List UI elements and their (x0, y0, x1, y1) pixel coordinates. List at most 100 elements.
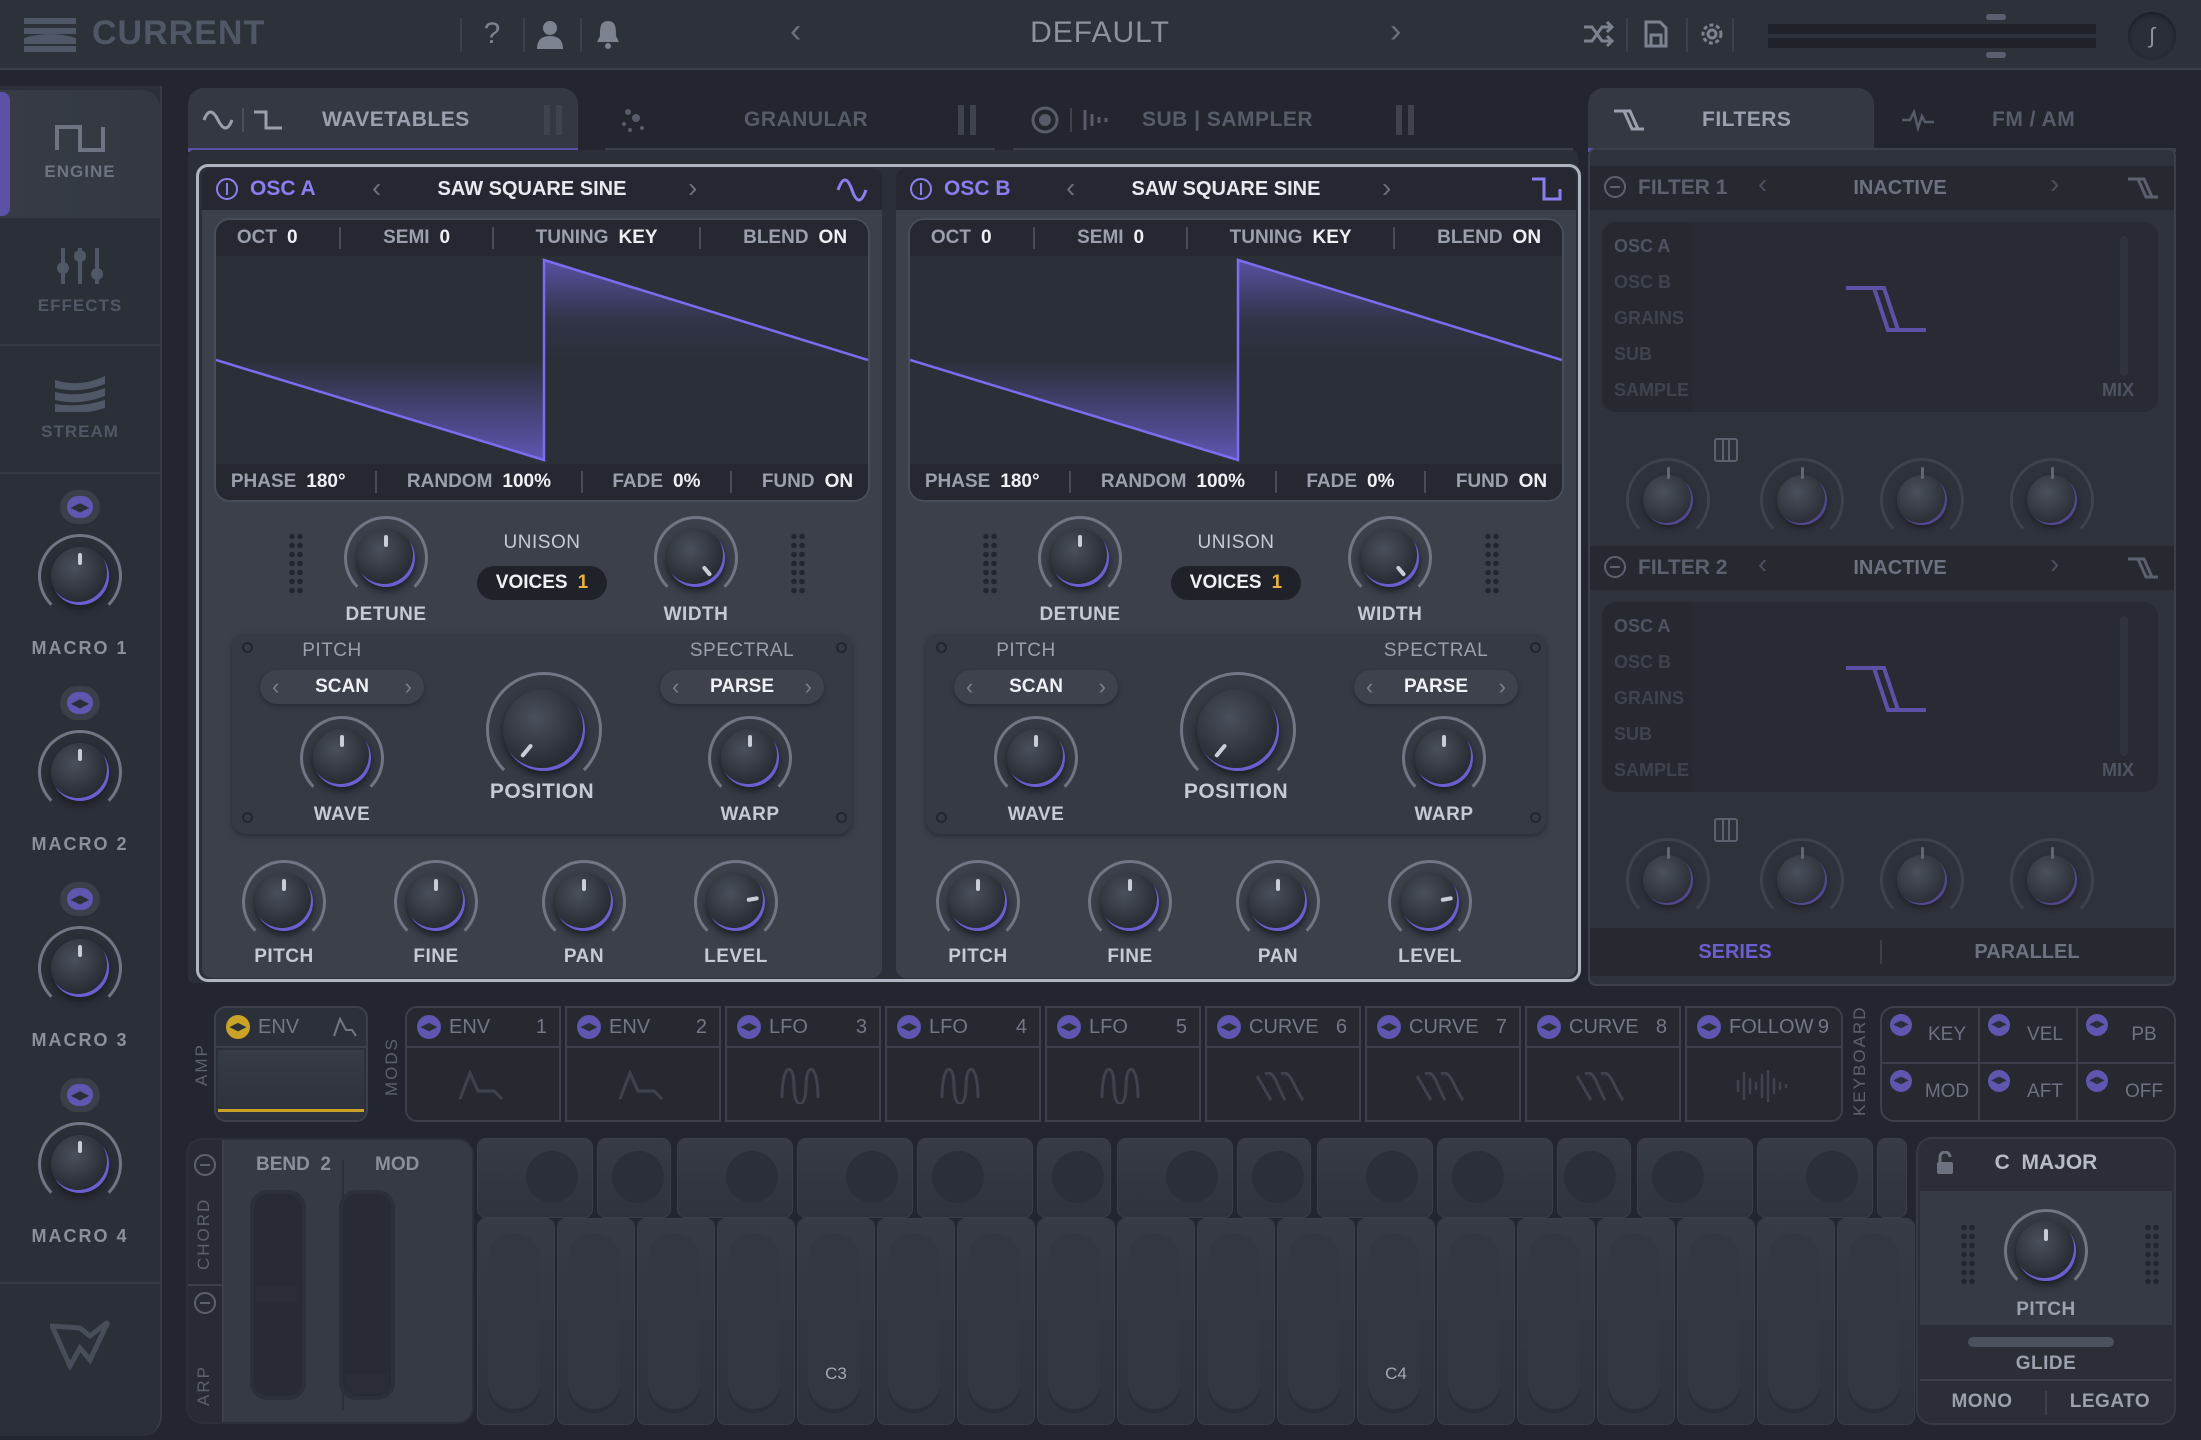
next-filter-button[interactable]: › (2050, 168, 2059, 200)
filter-lowpass-icon[interactable] (2126, 176, 2160, 205)
piano-key-black[interactable] (1038, 1139, 1110, 1217)
amp-envelope[interactable]: ◀▶ ENV (214, 1006, 368, 1122)
mod-source-lfo-4[interactable]: ◀▶ LFO 4 (885, 1006, 1041, 1122)
filter-source-sub[interactable]: SUB (1614, 344, 1652, 365)
piano-key-white[interactable] (1038, 1219, 1114, 1424)
filter-display[interactable]: OSC A OSC B GRAINS SUB SAMPLE MIX (1602, 222, 2158, 412)
tab-sub-sampler[interactable]: SUB | SAMPLER (1010, 88, 1430, 152)
filter-source-sample[interactable]: SAMPLE (1614, 760, 1689, 781)
output-level-handle[interactable] (1986, 52, 2006, 58)
save-icon[interactable] (1636, 14, 1676, 54)
drag-handle-icon[interactable] (2144, 1223, 2160, 1287)
glide-slider[interactable] (1968, 1337, 2114, 1347)
keyboard-mod-key[interactable]: ◀▶ KEY (1882, 1008, 1980, 1064)
piano-key-white[interactable] (958, 1219, 1034, 1424)
prev-filter-button[interactable]: ‹ (1758, 548, 1767, 580)
keyboard-mod-vel[interactable]: ◀▶ VEL (1980, 1008, 2078, 1064)
piano-key-black[interactable] (598, 1139, 670, 1217)
filter-spread-knob[interactable] (1880, 838, 1964, 922)
prev-filter-button[interactable]: ‹ (1758, 168, 1767, 200)
tab-fm-am[interactable]: FM / AM (1890, 88, 2180, 152)
tab-wavetables[interactable]: WAVETABLES (188, 88, 578, 152)
mod-source-curve-7[interactable]: ◀▶ CURVE 7 (1365, 1006, 1521, 1122)
piano-key-white[interactable] (718, 1219, 794, 1424)
glide-pitch-knob[interactable] (2004, 1209, 2088, 1293)
piano-key-white[interactable] (1838, 1219, 1914, 1424)
filter-resonance-knob[interactable] (1760, 458, 1844, 542)
macro-mod-source[interactable]: ◀▶ (60, 686, 100, 720)
piano-key-black[interactable] (1558, 1139, 1630, 1217)
mod-source-lfo-3[interactable]: ◀▶ LFO 3 (725, 1006, 881, 1122)
piano-key-white[interactable] (1758, 1219, 1834, 1424)
piano-key-black[interactable] (1758, 1139, 1872, 1217)
pause-icon[interactable] (544, 105, 562, 135)
modulation-drag-icon[interactable]: ◀▶ (1057, 1015, 1081, 1039)
bend-range[interactable]: 2 (320, 1154, 331, 1175)
scale-selector[interactable]: C MAJOR (1918, 1151, 2174, 1175)
user-icon[interactable] (530, 14, 570, 54)
piano-key-white[interactable] (1438, 1219, 1514, 1424)
keyboard-mod-off[interactable]: ◀▶ OFF (2078, 1064, 2176, 1120)
sidebar-tab-effects[interactable]: EFFECTS (0, 218, 160, 346)
legato-button[interactable]: LEGATO (2046, 1391, 2174, 1413)
piano-key-white[interactable] (1518, 1219, 1594, 1424)
mod-source-curve-6[interactable]: ◀▶ CURVE 6 (1205, 1006, 1361, 1122)
modulation-drag-icon[interactable]: ◀▶ (577, 1015, 601, 1039)
piano-key-white[interactable] (1598, 1219, 1674, 1424)
piano-key-white[interactable] (1198, 1219, 1274, 1424)
macro-knob-1[interactable] (38, 534, 122, 618)
preset-name[interactable]: DEFAULT (960, 16, 1240, 50)
filter-source-sample[interactable]: SAMPLE (1614, 380, 1689, 401)
modulation-drag-icon[interactable]: ◀▶ (1537, 1015, 1561, 1039)
piano-key-black[interactable] (1638, 1139, 1752, 1217)
filter-source-grains[interactable]: GRAINS (1614, 308, 1684, 329)
macro-mod-source[interactable]: ◀▶ (60, 490, 100, 524)
shuffle-icon[interactable] (1578, 14, 1618, 54)
macro-knob-2[interactable] (38, 730, 122, 814)
pitch-bend-wheel[interactable] (250, 1190, 306, 1400)
macro-mod-source[interactable]: ◀▶ (60, 882, 100, 916)
modulation-drag-icon[interactable]: ◀▶ (1890, 1014, 1912, 1036)
modulation-drag-icon[interactable]: ◀▶ (2086, 1014, 2108, 1036)
filter-cutoff-knob[interactable] (1626, 838, 1710, 922)
sidebar-tab-engine[interactable]: ENGINE (0, 90, 160, 218)
filter-source-osc-b[interactable]: OSC B (1614, 272, 1671, 293)
filter-display[interactable]: OSC A OSC B GRAINS SUB SAMPLE MIX (1602, 602, 2158, 792)
chord-toggle-icon[interactable] (194, 1154, 216, 1176)
filter-source-osc-b[interactable]: OSC B (1614, 652, 1671, 673)
piano-key-white[interactable] (558, 1219, 634, 1424)
mod-wheel[interactable] (339, 1190, 395, 1400)
mix-slider[interactable] (2120, 616, 2128, 756)
arp-label[interactable]: ARP (194, 1365, 214, 1406)
modulation-drag-icon[interactable]: ◀▶ (226, 1015, 250, 1039)
help-icon[interactable]: ? (472, 14, 512, 54)
filter-source-osc-a[interactable]: OSC A (1614, 616, 1670, 637)
piano-key-white[interactable] (1118, 1219, 1194, 1424)
modulation-drag-icon[interactable]: ◀▶ (1890, 1070, 1912, 1092)
mono-button[interactable]: MONO (1918, 1391, 2046, 1413)
filter-lowpass-icon[interactable] (2126, 556, 2160, 585)
filter-power-icon[interactable] (1604, 176, 1626, 198)
piano-key-white[interactable] (878, 1219, 954, 1424)
modulation-drag-icon[interactable]: ◀▶ (1988, 1014, 2010, 1036)
filter-type[interactable]: INACTIVE (1790, 557, 2010, 580)
prev-preset-button[interactable]: ‹ (790, 12, 801, 51)
filter-morph-knob[interactable] (2010, 838, 2094, 922)
piano-key-black[interactable] (918, 1139, 1032, 1217)
piano-key-black[interactable] (1878, 1139, 1906, 1217)
mod-source-curve-8[interactable]: ◀▶ CURVE 8 (1525, 1006, 1681, 1122)
sidebar-tab-stream[interactable]: STREAM (0, 346, 160, 474)
piano-key-black[interactable] (1318, 1139, 1432, 1217)
arp-toggle-icon[interactable] (194, 1292, 216, 1314)
modulation-drag-icon[interactable]: ◀▶ (1217, 1015, 1241, 1039)
modulation-drag-icon[interactable]: ◀▶ (1697, 1015, 1721, 1039)
modulation-drag-icon[interactable]: ◀▶ (737, 1015, 761, 1039)
filter-morph-knob[interactable] (2010, 458, 2094, 542)
chord-label[interactable]: CHORD (194, 1198, 214, 1270)
tab-granular[interactable]: GRANULAR (600, 88, 992, 152)
piano-key-white[interactable]: C4 (1358, 1219, 1434, 1424)
keytrack-piano-icon[interactable] (1714, 818, 1738, 842)
filter-spread-knob[interactable] (1880, 458, 1964, 542)
filter-source-grains[interactable]: GRAINS (1614, 688, 1684, 709)
mix-slider[interactable] (2120, 236, 2128, 376)
